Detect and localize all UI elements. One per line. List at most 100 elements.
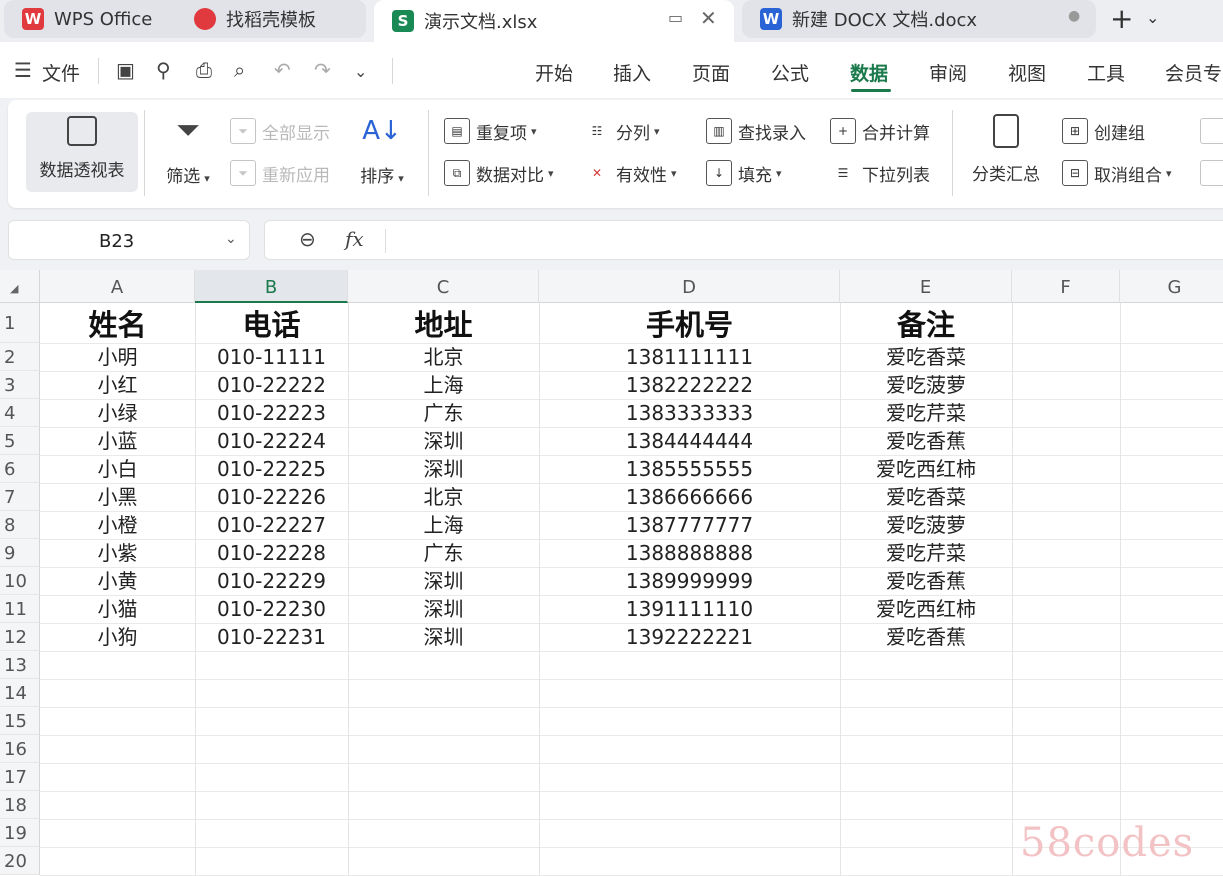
chevron-down-icon[interactable]: ⌄ xyxy=(225,231,237,247)
row-header-11[interactable]: 11 xyxy=(0,595,40,623)
hamburger-menu-icon[interactable]: ☰ xyxy=(14,58,32,82)
print-preview-icon[interactable]: ⌕ xyxy=(234,58,245,82)
table-cell[interactable]: 010-11111 xyxy=(195,343,348,371)
row-header-3[interactable]: 3 xyxy=(0,371,40,399)
sort-button[interactable]: A↓ 排序 ▾ xyxy=(342,112,422,187)
table-cell[interactable]: 1381111111 xyxy=(539,343,840,371)
table-cell[interactable]: 010-22228 xyxy=(195,539,348,567)
row-header-2[interactable]: 2 xyxy=(0,343,40,371)
ungroup-button[interactable]: ⊟ 取消组合 ▾ xyxy=(1062,160,1172,186)
menu-tools[interactable]: 工具 xyxy=(1087,59,1125,86)
row-header-10[interactable]: 10 xyxy=(0,567,40,595)
menu-home[interactable]: 开始 xyxy=(535,59,573,86)
lookup-entry-button[interactable]: ▥ 查找录入 xyxy=(706,118,806,144)
table-cell[interactable]: 小绿 xyxy=(40,399,195,427)
save-icon[interactable]: ▣ xyxy=(116,58,135,82)
row-header-7[interactable]: 7 xyxy=(0,483,40,511)
table-cell[interactable]: 深圳 xyxy=(348,567,539,595)
table-header-cell[interactable]: 姓名 xyxy=(40,304,195,342)
table-cell[interactable]: 爱吃香蕉 xyxy=(840,623,1012,651)
table-cell[interactable]: 爱吃香蕉 xyxy=(840,427,1012,455)
row-header-4[interactable]: 4 xyxy=(0,399,40,427)
table-cell[interactable]: 1383333333 xyxy=(539,399,840,427)
table-cell[interactable]: 1384444444 xyxy=(539,427,840,455)
create-group-button[interactable]: ⊞ 创建组 xyxy=(1062,118,1145,144)
table-cell[interactable]: 爱吃西红柿 xyxy=(840,455,1012,483)
row-header-15[interactable]: 15 xyxy=(0,707,40,735)
table-cell[interactable]: 小狗 xyxy=(40,623,195,651)
row-header-1[interactable]: 1 xyxy=(0,303,40,343)
more-group-button[interactable] xyxy=(1200,118,1223,144)
table-cell[interactable]: 010-22230 xyxy=(195,595,348,623)
select-all-corner[interactable]: ◢ xyxy=(0,270,40,303)
row-header-8[interactable]: 8 xyxy=(0,511,40,539)
table-cell[interactable]: 010-22225 xyxy=(195,455,348,483)
table-cell[interactable]: 北京 xyxy=(348,483,539,511)
table-cell[interactable]: 小蓝 xyxy=(40,427,195,455)
table-cell[interactable]: 010-22224 xyxy=(195,427,348,455)
function-icon[interactable]: fx xyxy=(345,227,364,251)
table-cell[interactable]: 小橙 xyxy=(40,511,195,539)
table-cell[interactable]: 爱吃香菜 xyxy=(840,343,1012,371)
subtotal-button[interactable]: 分类汇总 xyxy=(966,112,1046,185)
table-cell[interactable]: 深圳 xyxy=(348,595,539,623)
table-cell[interactable]: 小白 xyxy=(40,455,195,483)
menu-data[interactable]: 数据 xyxy=(850,59,888,86)
table-cell[interactable]: 深圳 xyxy=(348,455,539,483)
table-cell[interactable]: 1392222221 xyxy=(539,623,840,651)
row-header-12[interactable]: 12 xyxy=(0,623,40,651)
table-cell[interactable]: 爱吃芹菜 xyxy=(840,399,1012,427)
row-header-17[interactable]: 17 xyxy=(0,763,40,791)
table-cell[interactable]: 010-22222 xyxy=(195,371,348,399)
print-icon[interactable]: ⎙ xyxy=(196,58,212,82)
table-header-cell[interactable]: 电话 xyxy=(195,304,348,342)
row-header-6[interactable]: 6 xyxy=(0,455,40,483)
spreadsheet-grid[interactable]: ◢ A B C D E F G 1 2 3 4 5 6 7 8 9 10 11 12 13 14 15 16 1… xyxy=(0,270,1223,876)
close-icon[interactable]: ✕ xyxy=(700,6,717,30)
table-cell[interactable]: 小红 xyxy=(40,371,195,399)
menu-view[interactable]: 视图 xyxy=(1008,59,1046,86)
column-header-b[interactable]: B xyxy=(195,270,348,303)
validity-button[interactable]: ✕ 有效性 ▾ xyxy=(584,160,677,186)
menu-insert[interactable]: 插入 xyxy=(613,59,651,86)
table-cell[interactable]: 广东 xyxy=(348,539,539,567)
table-cell[interactable]: 深圳 xyxy=(348,427,539,455)
table-cell[interactable]: 北京 xyxy=(348,343,539,371)
table-header-cell[interactable]: 备注 xyxy=(840,304,1012,342)
dropdown-list-button[interactable]: ☰ 下拉列表 xyxy=(830,160,930,186)
name-box[interactable]: B23 ⌄ xyxy=(8,220,250,260)
table-cell[interactable]: 010-22226 xyxy=(195,483,348,511)
table-cell[interactable]: 爱吃菠萝 xyxy=(840,371,1012,399)
undo-icon[interactable]: ↶ xyxy=(274,58,291,82)
column-header-e[interactable]: E xyxy=(840,270,1012,303)
column-header-d[interactable]: D xyxy=(539,270,840,303)
pivot-table-button[interactable]: 数据透视表 xyxy=(26,112,138,192)
row-header-5[interactable]: 5 xyxy=(0,427,40,455)
split-column-button[interactable]: ☷ 分列 ▾ xyxy=(584,118,660,144)
row-header-19[interactable]: 19 xyxy=(0,819,40,847)
table-header-cell[interactable]: 手机号 xyxy=(539,304,840,342)
column-header-f[interactable]: F xyxy=(1012,270,1120,303)
column-header-g[interactable]: G xyxy=(1120,270,1223,303)
show-all-button[interactable]: ⏷ 全部显示 xyxy=(230,118,330,144)
chevron-down-icon[interactable]: ⌄ xyxy=(354,62,367,81)
table-cell[interactable]: 1387777777 xyxy=(539,511,840,539)
row-header-14[interactable]: 14 xyxy=(0,679,40,707)
table-cell[interactable]: 爱吃香蕉 xyxy=(840,567,1012,595)
table-cell[interactable]: 010-22227 xyxy=(195,511,348,539)
table-cell[interactable]: 1385555555 xyxy=(539,455,840,483)
table-cell[interactable]: 1382222222 xyxy=(539,371,840,399)
table-cell[interactable]: 爱吃芹菜 xyxy=(840,539,1012,567)
add-tab-button[interactable]: + xyxy=(1110,4,1133,34)
table-header-cell[interactable]: 地址 xyxy=(348,304,539,342)
duplicates-button[interactable]: ▤ 重复项 ▾ xyxy=(444,118,537,144)
row-header-18[interactable]: 18 xyxy=(0,791,40,819)
fill-button[interactable]: ↓ 填充 ▾ xyxy=(706,160,782,186)
filter-button[interactable]: ⏷ 筛选 ▾ xyxy=(148,112,228,188)
table-cell[interactable]: 爱吃西红柿 xyxy=(840,595,1012,623)
table-cell[interactable]: 小黄 xyxy=(40,567,195,595)
format-painter-icon[interactable]: ⚲ xyxy=(156,58,171,82)
tab-docer-templates[interactable]: 找稻壳模板 xyxy=(176,0,366,38)
table-cell[interactable]: 上海 xyxy=(348,371,539,399)
consolidate-button[interactable]: + 合并计算 xyxy=(830,118,930,144)
